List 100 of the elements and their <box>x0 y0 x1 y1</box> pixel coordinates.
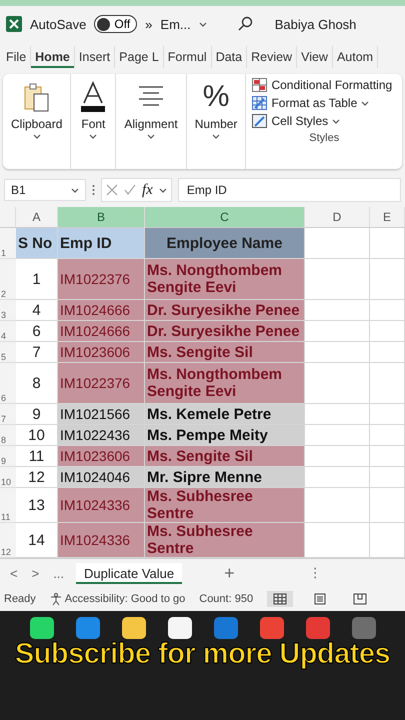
table-cell: Ms. Pempe Meity <box>145 425 305 446</box>
sheet-menu-button[interactable]: ⋮ <box>306 563 324 583</box>
row-number[interactable]: 3 <box>0 300 16 321</box>
name-box[interactable]: B1 <box>4 179 86 201</box>
empty-cell <box>370 342 405 363</box>
table-cell: IM1021566 <box>58 404 145 425</box>
add-sheet-button[interactable]: + <box>222 560 237 586</box>
ribbon-command[interactable]: Format as Table <box>252 96 396 110</box>
file-name-chevron-icon <box>198 22 207 26</box>
column-header[interactable]: E <box>370 207 405 228</box>
conditional-formatting-icon <box>252 78 268 92</box>
menu-tab[interactable]: Page L <box>115 46 164 68</box>
row-number[interactable]: 11 <box>0 488 16 523</box>
menu-tab[interactable]: View <box>297 46 333 68</box>
format-table-icon <box>252 96 268 110</box>
styles-group-label: Styles <box>309 132 340 144</box>
table-cell: Ms. Kemele Petre <box>145 404 305 425</box>
row-number[interactable]: 4 <box>0 321 16 342</box>
status-text: Ready <box>4 593 36 605</box>
menu-tab[interactable]: Insert <box>74 46 116 68</box>
row-number[interactable]: 5 <box>0 342 16 363</box>
row-number[interactable]: 2 <box>0 259 16 300</box>
view-button[interactable] <box>267 591 294 607</box>
chevron-icon <box>89 134 98 139</box>
taskbar-app-icon[interactable] <box>168 617 192 639</box>
accessibility-status[interactable]: Accessibility: Good to go <box>50 593 186 605</box>
table-cell: Ms. Subhesree Sentre <box>145 488 305 523</box>
table-cell: IM1022376 <box>58 259 145 300</box>
row-number[interactable]: 8 <box>0 425 16 446</box>
ribbon-group-label[interactable]: Number <box>194 117 238 131</box>
autosave-label: AutoSave <box>30 16 86 32</box>
previous-sheet-button[interactable]: < <box>8 564 20 582</box>
cell-styles-icon <box>252 114 268 128</box>
table-cell: Dr. Suryesikhe Penee <box>145 321 305 342</box>
menu-tab[interactable]: File <box>2 46 32 68</box>
insert-function-button[interactable]: fx <box>142 182 153 198</box>
table-cell: IM1024336 <box>58 523 145 558</box>
chevron-icon <box>32 134 41 139</box>
percent-icon: % <box>202 80 230 114</box>
row-number[interactable]: 7 <box>0 404 16 425</box>
table-cell: Ms. Sengite Sil <box>145 342 305 363</box>
menu-tab[interactable]: Formul <box>164 46 212 68</box>
more-commands[interactable]: » <box>145 16 152 32</box>
page-view-icon <box>313 593 328 605</box>
cancel-icon[interactable] <box>106 184 118 196</box>
ribbon-group-label[interactable]: Font <box>81 117 106 131</box>
empty-cell <box>370 446 405 467</box>
menu-tab[interactable]: Review <box>247 46 298 68</box>
menu-tab[interactable]: Data <box>212 46 248 68</box>
column-header[interactable]: B <box>58 207 145 228</box>
empty-cell <box>370 363 405 404</box>
normal-view-icon <box>273 593 288 605</box>
chevron-icon <box>158 188 167 192</box>
taskbar-app-icon[interactable] <box>30 617 54 639</box>
check-icon[interactable] <box>124 184 136 196</box>
table-cell: IM1023606 <box>58 446 145 467</box>
caption-text: Subscribe for more Updates <box>14 639 390 669</box>
row-number[interactable]: 12 <box>0 523 16 558</box>
sheet-tab[interactable]: Duplicate Value <box>76 562 182 584</box>
ribbon-group-label[interactable]: Alignment <box>124 117 178 131</box>
row-number[interactable]: 1 <box>0 228 16 259</box>
chevron-icon <box>147 134 156 139</box>
table-cell: Ms. Subhesree Sentre <box>145 523 305 558</box>
empty-cell <box>370 321 405 342</box>
user-name[interactable]: Babiya Ghosh <box>274 16 356 32</box>
row-number[interactable]: 6 <box>0 363 16 404</box>
header-cell: S No <box>16 228 58 259</box>
empty-cell <box>370 300 405 321</box>
column-header[interactable]: C <box>145 207 305 228</box>
font-color-icon <box>79 81 108 113</box>
table-cell: Ms. Nongthombem Sengite Eevi <box>145 259 305 300</box>
table-cell: IM1023606 <box>58 342 145 363</box>
ribbon-command[interactable]: Conditional Formatting <box>252 78 396 92</box>
empty-cell <box>370 404 405 425</box>
chevron-icon <box>332 118 340 124</box>
table-cell: Mr. Sipre Menne <box>145 467 305 488</box>
ribbon-group-label[interactable]: Clipboard <box>11 117 62 131</box>
autosave-toggle[interactable]: Off <box>94 15 138 33</box>
column-header[interactable]: D <box>305 207 370 228</box>
column-header[interactable]: A <box>16 207 58 228</box>
row-number[interactable]: 9 <box>0 446 16 467</box>
more-icon <box>92 184 95 196</box>
menu-tab[interactable]: Autom <box>332 46 378 68</box>
search-icon[interactable] <box>236 16 253 32</box>
empty-cell <box>370 425 405 446</box>
formula-field[interactable]: Emp ID <box>178 178 401 202</box>
empty-cell <box>370 488 405 523</box>
chevron-icon <box>361 100 370 106</box>
table-cell: IM1024336 <box>58 488 145 523</box>
row-number[interactable]: 10 <box>0 467 16 488</box>
table-cell: Ms. Nongthombem Sengite Eevi <box>145 363 305 404</box>
count-text: Count: 950 <box>199 593 254 605</box>
more-sheets-button[interactable]: ... <box>51 564 66 582</box>
menu-tab[interactable]: Home <box>31 46 75 68</box>
next-sheet-button[interactable]: > <box>30 564 42 582</box>
table-cell: IM1024046 <box>58 467 145 488</box>
ribbon-command[interactable]: Cell Styles <box>252 114 396 128</box>
taskbar-app-icon[interactable] <box>122 617 146 639</box>
table-cell: IM1022376 <box>58 363 145 404</box>
file-name[interactable]: Em... <box>160 16 191 32</box>
